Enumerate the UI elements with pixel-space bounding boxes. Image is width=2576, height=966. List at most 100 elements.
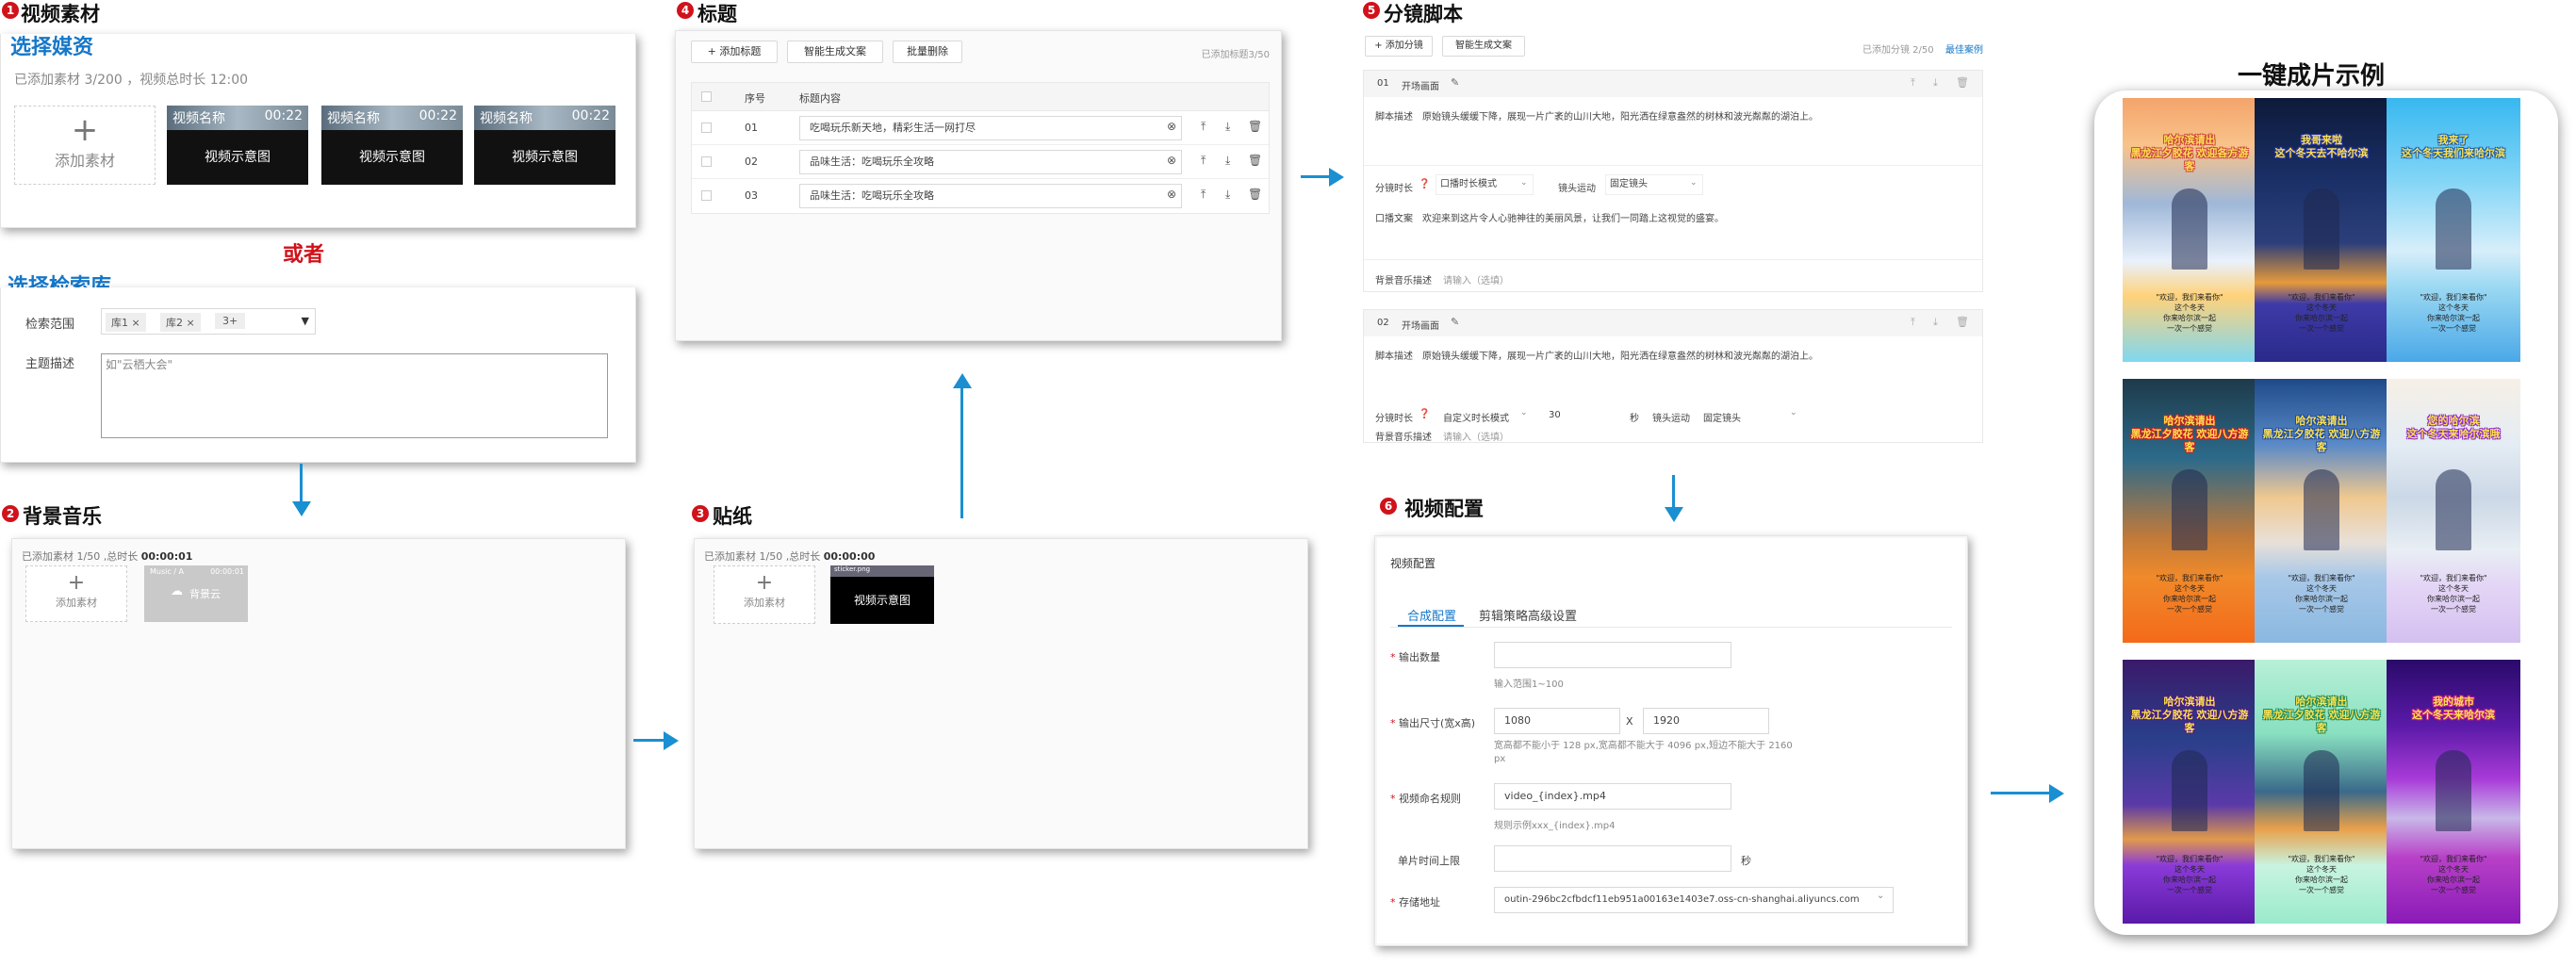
result-poster[interactable]: 哈尔滨请出 黑龙江夕胶花 欢迎八方游客 "欢迎，我们来看你" 这个冬天 你来哈尔滨… [2255,660,2388,924]
result-poster[interactable]: 哈尔滨请出 黑龙江夕胶花 欢迎八方游客 "欢迎，我们来看你" 这个冬天 你来哈尔滨… [2123,660,2256,924]
height-input[interactable]: 1920 [1643,708,1769,734]
trash-icon[interactable]: 🗑 [1956,316,1969,328]
scope-tag[interactable]: 库1 × [106,313,146,332]
ai-shot-copy-button[interactable]: 智能生成文案 [1442,36,1525,57]
music-tile[interactable]: Music / A 00:00:01 ☁ 背景云 [144,565,248,622]
add-title-button[interactable]: + 添加标题 [691,41,778,63]
row-checkbox[interactable] [701,123,712,133]
trash-icon[interactable]: 🗑 [1248,120,1262,133]
trash-icon[interactable]: 🗑 [1956,76,1969,89]
add-sticker-button[interactable]: + 添加素材 [714,565,815,624]
desc-text[interactable]: 原始镜头缓缓下降，展现一片广袤的山川大地，阳光洒在绿意盎然的树林和波光粼粼的湖泊… [1422,108,1818,123]
result-poster[interactable]: 我哥来啦 这个冬天去不哈尔滨 "欢迎，我们来看你" 这个冬天 你来哈尔滨一起 一次… [2255,98,2388,362]
step1-title: 视频素材 [21,3,100,25]
download-icon[interactable]: ⤓ [1225,188,1230,202]
flow-arrow-right [633,739,665,742]
music-tile-title: Music / A [150,567,185,576]
table-row[interactable]: 01 吃喝玩乐新天地，精彩生活一网打尽 ⊗ ⤒ ⤓ 🗑 [692,111,1269,145]
media-selection-panel: 选择媒资 已添加素材 3/200 ，视频总时长 12:00 + 添加素材 视频名… [0,34,636,228]
move-bottom-icon[interactable]: ⤓ [1933,76,1938,90]
step5-badge: 5 [1363,2,1380,19]
camera-select[interactable]: 固定镜头 [1703,410,1741,424]
media-tile[interactable]: 视频名称 00:22 视频示意图 [321,106,463,185]
best-case-link[interactable]: 最佳案例 [1945,41,1983,56]
edit-icon[interactable]: ✎ [1451,316,1459,328]
topic-textarea[interactable]: 如"云栖大会" [101,353,608,438]
poster-title: 您的哈尔滨 这个冬天来哈尔滨哦 [2406,415,2501,440]
move-top-icon[interactable]: ⤒ [1911,316,1915,329]
sticker-tile[interactable]: sticker.png 视频示意图 [830,565,934,624]
desc-text[interactable]: 原始镜头缓缓下降，展现一片广袤的山川大地，阳光洒在绿意盎然的树林和波光粼粼的湖泊… [1422,348,1818,362]
size-label: * 输出尺寸(宽x高) [1390,715,1475,730]
shot-card: 02 开场画面 ✎ ⤒ ⤓ 🗑 脚本描述 原始镜头缓缓下降，展现一片广袤的山川大… [1363,309,1983,443]
width-input[interactable]: 1080 [1494,708,1620,734]
row-checkbox[interactable] [701,156,712,167]
trash-icon[interactable]: 🗑 [1248,188,1262,201]
clear-icon[interactable]: ⊗ [1167,154,1176,167]
help-icon: ❓ [1419,409,1431,419]
trash-icon[interactable]: 🗑 [1248,154,1262,167]
move-top-icon[interactable]: ⤒ [1911,76,1915,90]
clear-icon[interactable]: ⊗ [1167,188,1176,201]
gallery-title: 一键成片示例 [2238,62,2386,90]
duration-mode-select[interactable]: 自定义时长模式 [1443,410,1509,424]
duration-value[interactable]: 30 [1549,410,1561,420]
camera-select[interactable]: 固定镜头 [1605,174,1703,195]
move-bottom-icon[interactable]: ⤓ [1933,316,1938,329]
result-poster[interactable]: 哈尔滨请出 黑龙江夕胶花 欢迎八方游客 "欢迎，我们来看你" 这个冬天 你来哈尔滨… [2123,379,2256,643]
media-tile[interactable]: 视频名称 00:22 视频示意图 [167,106,308,185]
count-hint: 输入范围1~100 [1494,679,1564,690]
tab-compose[interactable]: 合成配置 [1407,606,1456,624]
scope-tag-more[interactable]: 3+ [215,313,246,329]
move-top-icon[interactable]: ⤒ [1201,154,1206,168]
bgm-placeholder[interactable]: 请输入（选填） [1443,429,1509,443]
landmark-silhouette [2172,188,2207,270]
poster-subtitle: "欢迎，我们来看你" 这个冬天 你来哈尔滨一起 一次一个感觉 [2288,293,2355,333]
step5-title: 分镜脚本 [1384,3,1463,25]
title-input[interactable]: 吃喝玩乐新天地，精彩生活一网打尽 [799,116,1182,140]
media-name: 视频名称 [327,111,380,126]
maxlen-input[interactable] [1494,845,1731,872]
add-shot-button[interactable]: + 添加分镜 [1365,36,1433,57]
output-count-input[interactable] [1494,642,1731,668]
result-poster[interactable]: 我来了 这个冬天我们来哈尔滨 "欢迎，我们来看你" 这个冬天 你来哈尔滨一起 一次… [2387,98,2520,362]
naming-input[interactable]: video_{index}.mp4 [1494,783,1731,810]
result-poster[interactable]: 我的城市 这个冬天来哈尔滨 "欢迎，我们来看你" 这个冬天 你来哈尔滨一起 一次一… [2387,660,2520,924]
result-poster[interactable]: 哈尔滨请出 黑龙江夕胶花 欢迎各方游客 "欢迎，我们来看你" 这个冬天 你来哈尔滨… [2123,98,2256,362]
result-poster[interactable]: 哈尔滨请出 黑龙江夕胶花 欢迎八方游客 "欢迎，我们来看你" 这个冬天 你来哈尔滨… [2255,379,2388,643]
arrow-head-right [2049,784,2064,803]
download-icon[interactable]: ⤓ [1225,120,1230,134]
scope-select[interactable]: 库1 × 库2 × 3+ ▼ [101,308,316,335]
tab-advanced[interactable]: 剪辑策略高级设置 [1479,606,1577,624]
title-input[interactable]: 品味生活：吃喝玩乐全攻略 [799,150,1182,174]
poster-subtitle: "欢迎，我们来看你" 这个冬天 你来哈尔滨一起 一次一个感觉 [2156,293,2223,333]
title-input[interactable]: 品味生活：吃喝玩乐全攻略 [799,184,1182,208]
move-top-icon[interactable]: ⤒ [1201,188,1206,202]
maxlen-unit: 秒 [1741,855,1751,867]
required-mark: * [1390,717,1396,729]
bgm-placeholder[interactable]: 请输入（选填） [1443,272,1509,287]
chevron-down-icon: ⌄ [1877,891,1885,901]
poster-subtitle: "欢迎，我们来看你" 这个冬天 你来哈尔滨一起 一次一个感觉 [2420,293,2487,333]
ai-copywriting-button[interactable]: 智能生成文案 [787,41,883,63]
voice-text[interactable]: 欢迎来到这片令人心驰神往的美丽风景，让我们一同踏上这视觉的盛宴。 [1422,210,1724,224]
clear-icon[interactable]: ⊗ [1167,120,1176,133]
result-poster[interactable]: 您的哈尔滨 这个冬天来哈尔滨哦 "欢迎，我们来看你" 这个冬天 你来哈尔滨一起 一… [2387,379,2520,643]
download-icon[interactable]: ⤓ [1225,154,1230,168]
poster-subtitle: "欢迎，我们来看你" 这个冬天 你来哈尔滨一起 一次一个感觉 [2420,855,2487,894]
batch-delete-button[interactable]: 批量删除 [893,41,962,63]
table-row[interactable]: 02 品味生活：吃喝玩乐全攻略 ⊗ ⤒ ⤓ 🗑 [692,145,1269,179]
move-top-icon[interactable]: ⤒ [1201,120,1206,134]
add-music-button[interactable]: + 添加素材 [25,565,127,622]
header-checkbox[interactable] [701,91,712,102]
table-row[interactable]: 03 品味生活：吃喝玩乐全攻略 ⊗ ⤒ ⤓ 🗑 [692,179,1269,213]
duration-mode-select[interactable]: 口播时长模式 [1436,174,1534,195]
storage-select[interactable]: outin-296bc2cfbdcf11eb951a00163e1403e7.o… [1494,887,1894,913]
media-tile[interactable]: 视频名称 00:22 视频示意图 [474,106,615,185]
poster-title: 哈尔滨请出 黑龙江夕胶花 欢迎八方游客 [2262,415,2381,453]
scope-label: 检索范围 [25,318,75,332]
scope-tag[interactable]: 库2 × [160,313,201,332]
edit-icon[interactable]: ✎ [1451,76,1459,89]
row-checkbox[interactable] [701,190,712,201]
add-media-button[interactable]: + 添加素材 [14,106,156,185]
